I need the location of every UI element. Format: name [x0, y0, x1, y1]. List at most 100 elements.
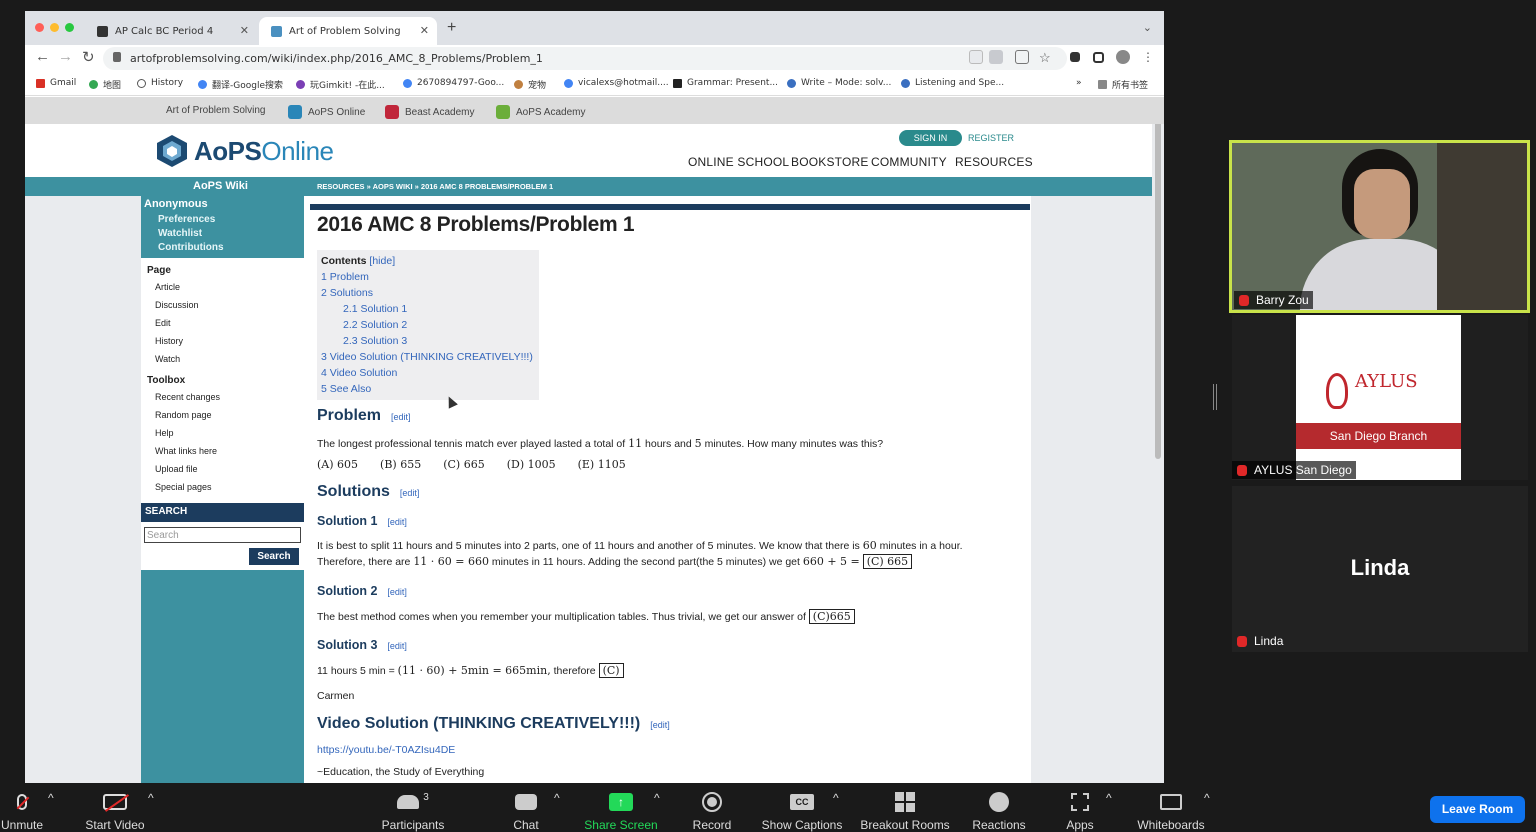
video-tile-aylus[interactable]: AYLUS San Diego Branch AYLUS San Diego — [1232, 315, 1528, 480]
more-bookmarks-icon[interactable]: » — [1076, 78, 1082, 88]
video-tile-barry[interactable]: Barry Zou — [1229, 140, 1530, 313]
audio-options-caret-icon[interactable]: ^ — [48, 791, 54, 805]
address-bar[interactable]: artofproblemsolving.com/wiki/index.php/2… — [103, 47, 1067, 70]
sidebar-link-contributions[interactable]: Contributions — [158, 242, 304, 253]
breadcrumb[interactable]: RESOURCES » AOPS WIKI » 2016 AMC 8 PROBL… — [317, 182, 553, 191]
chat-button[interactable]: Chat — [507, 791, 545, 832]
sidebar-link-upload-file[interactable]: Upload file — [155, 464, 304, 474]
video-link[interactable]: https://youtu.be/-T0AZIsu4DE — [317, 744, 455, 756]
forward-icon[interactable]: → — [58, 48, 73, 65]
extensions-icon[interactable] — [1070, 52, 1080, 62]
toc-item[interactable]: 2.3 Solution 3 — [343, 335, 536, 347]
nav-online-school[interactable]: ONLINE SCHOOL — [688, 155, 789, 169]
sidebar-link-history[interactable]: History — [155, 336, 304, 346]
search-button[interactable]: Search — [249, 548, 299, 565]
bookmark-hotmail[interactable]: vicalexs@hotmail.... — [564, 78, 669, 88]
bookmark-gimkit[interactable]: 玩Gimkit! -在此... — [296, 78, 385, 91]
record-button[interactable]: Record — [688, 791, 736, 832]
bookmark-history[interactable]: History — [137, 78, 183, 88]
nav-bookstore[interactable]: BOOKSTORE — [791, 155, 869, 169]
edit-link[interactable]: [edit] — [400, 488, 420, 498]
edit-link[interactable]: [edit] — [387, 517, 407, 527]
close-tab-icon[interactable]: ✕ — [240, 24, 249, 37]
start-video-button[interactable]: Start Video — [82, 791, 148, 832]
bookmark-google-translate[interactable]: 翻译-Google搜索 — [198, 78, 283, 91]
aops-online-logo[interactable]: AoPSOnline — [194, 136, 334, 167]
sign-in-button[interactable]: SIGN IN — [899, 130, 962, 146]
toc-item[interactable]: 2.1 Solution 1 — [343, 303, 536, 315]
network-beast-academy[interactable]: Beast Academy — [385, 105, 474, 119]
toc-item[interactable]: 1 Problem — [321, 271, 536, 283]
back-icon[interactable]: ← — [35, 48, 50, 65]
sidebar-link-what-links-here[interactable]: What links here — [155, 446, 304, 456]
chevron-down-icon[interactable]: ⌄ — [1143, 21, 1152, 34]
register-link[interactable]: REGISTER — [968, 133, 1014, 143]
toc-item[interactable]: 2 Solutions — [321, 287, 536, 299]
sidebar-link-random-page[interactable]: Random page — [155, 410, 304, 420]
bookmark-grammar[interactable]: Grammar: Present... — [673, 78, 778, 88]
wiki-title[interactable]: AoPS Wiki — [193, 180, 248, 192]
bookmark-map[interactable]: 地图 — [89, 78, 121, 91]
aops-logo-icon[interactable] — [156, 134, 188, 168]
panel-resize-handle[interactable] — [1213, 384, 1217, 410]
tab-ap-calc[interactable]: AP Calc BC Period 4 ✕ — [85, 17, 257, 45]
new-tab-icon[interactable]: + — [447, 19, 456, 37]
translate-icon[interactable] — [989, 50, 1003, 64]
share-icon[interactable] — [1015, 50, 1029, 64]
sidebar-link-watch[interactable]: Watch — [155, 354, 304, 364]
sidebar-link-help[interactable]: Help — [155, 428, 304, 438]
captions-options-caret-icon[interactable]: ^ — [833, 791, 839, 805]
apps-button[interactable]: Apps — [1062, 791, 1098, 832]
toc-hide-link[interactable]: [hide] — [369, 255, 395, 267]
share-options-caret-icon[interactable]: ^ — [654, 791, 660, 805]
nav-resources[interactable]: RESOURCES — [955, 155, 1033, 169]
toc-item[interactable]: 3 Video Solution (THINKING CREATIVELY!!!… — [321, 351, 536, 363]
all-bookmarks-folder[interactable]: 所有书签 — [1098, 78, 1148, 91]
sidepanel-icon[interactable] — [1093, 52, 1104, 63]
whiteboard-options-caret-icon[interactable]: ^ — [1204, 791, 1210, 805]
sidebar-link-article[interactable]: Article — [155, 282, 304, 292]
share-screen-button[interactable]: ↑ Share Screen — [583, 791, 659, 832]
sidebar-link-special-pages[interactable]: Special pages — [155, 482, 304, 492]
leave-room-button[interactable]: Leave Room — [1430, 796, 1525, 823]
network-aops-academy[interactable]: AoPS Academy — [496, 105, 585, 119]
edit-link[interactable]: [edit] — [391, 412, 411, 422]
edit-link[interactable]: [edit] — [387, 641, 407, 651]
google-icon[interactable] — [969, 50, 983, 64]
reactions-button[interactable]: Reactions — [970, 791, 1028, 832]
minimize-window-dot[interactable] — [50, 23, 59, 32]
apps-options-caret-icon[interactable]: ^ — [1106, 791, 1112, 805]
video-tile-linda[interactable]: Linda Linda — [1232, 486, 1528, 652]
whiteboards-button[interactable]: Whiteboards — [1133, 791, 1209, 832]
bookmark-goo[interactable]: 2670894797-Goo... — [403, 78, 504, 88]
edit-link[interactable]: [edit] — [387, 587, 407, 597]
chat-options-caret-icon[interactable]: ^ — [554, 791, 560, 805]
network-aops-online[interactable]: AoPS Online — [288, 105, 365, 119]
close-tab-icon[interactable]: ✕ — [420, 24, 429, 37]
sidebar-link-discussion[interactable]: Discussion — [155, 300, 304, 310]
toc-item[interactable]: 2.2 Solution 2 — [343, 319, 536, 331]
maximize-window-dot[interactable] — [65, 23, 74, 32]
tab-aops[interactable]: Art of Problem Solving ✕ — [259, 17, 437, 45]
sidebar-link-edit[interactable]: Edit — [155, 318, 304, 328]
bookmark-write[interactable]: Write – Mode: solv... — [787, 78, 891, 88]
search-input[interactable]: Search — [144, 527, 301, 543]
star-icon[interactable]: ☆ — [1039, 50, 1053, 65]
menu-dots-icon[interactable]: ⋮ — [1142, 50, 1156, 64]
bookmark-gmail[interactable]: Gmail — [36, 78, 76, 88]
bookmark-pets[interactable]: 宠物 — [514, 78, 546, 91]
nav-community[interactable]: COMMUNITY — [871, 155, 947, 169]
page-scrollbar[interactable] — [1155, 99, 1161, 459]
video-options-caret-icon[interactable]: ^ — [148, 791, 154, 805]
toc-item[interactable]: 4 Video Solution — [321, 367, 536, 379]
unmute-button[interactable]: Unmute — [0, 791, 44, 832]
network-aops[interactable]: Art of Problem Solving — [166, 105, 266, 116]
close-window-dot[interactable] — [35, 23, 44, 32]
toc-item[interactable]: 5 See Also — [321, 383, 536, 395]
sidebar-link-preferences[interactable]: Preferences — [158, 214, 304, 225]
bookmark-listening[interactable]: Listening and Spe... — [901, 78, 1004, 88]
edit-link[interactable]: [edit] — [650, 720, 670, 730]
breakout-rooms-button[interactable]: Breakout Rooms — [857, 791, 953, 832]
sidebar-link-watchlist[interactable]: Watchlist — [158, 228, 304, 239]
reload-icon[interactable]: ↻ — [82, 48, 95, 66]
